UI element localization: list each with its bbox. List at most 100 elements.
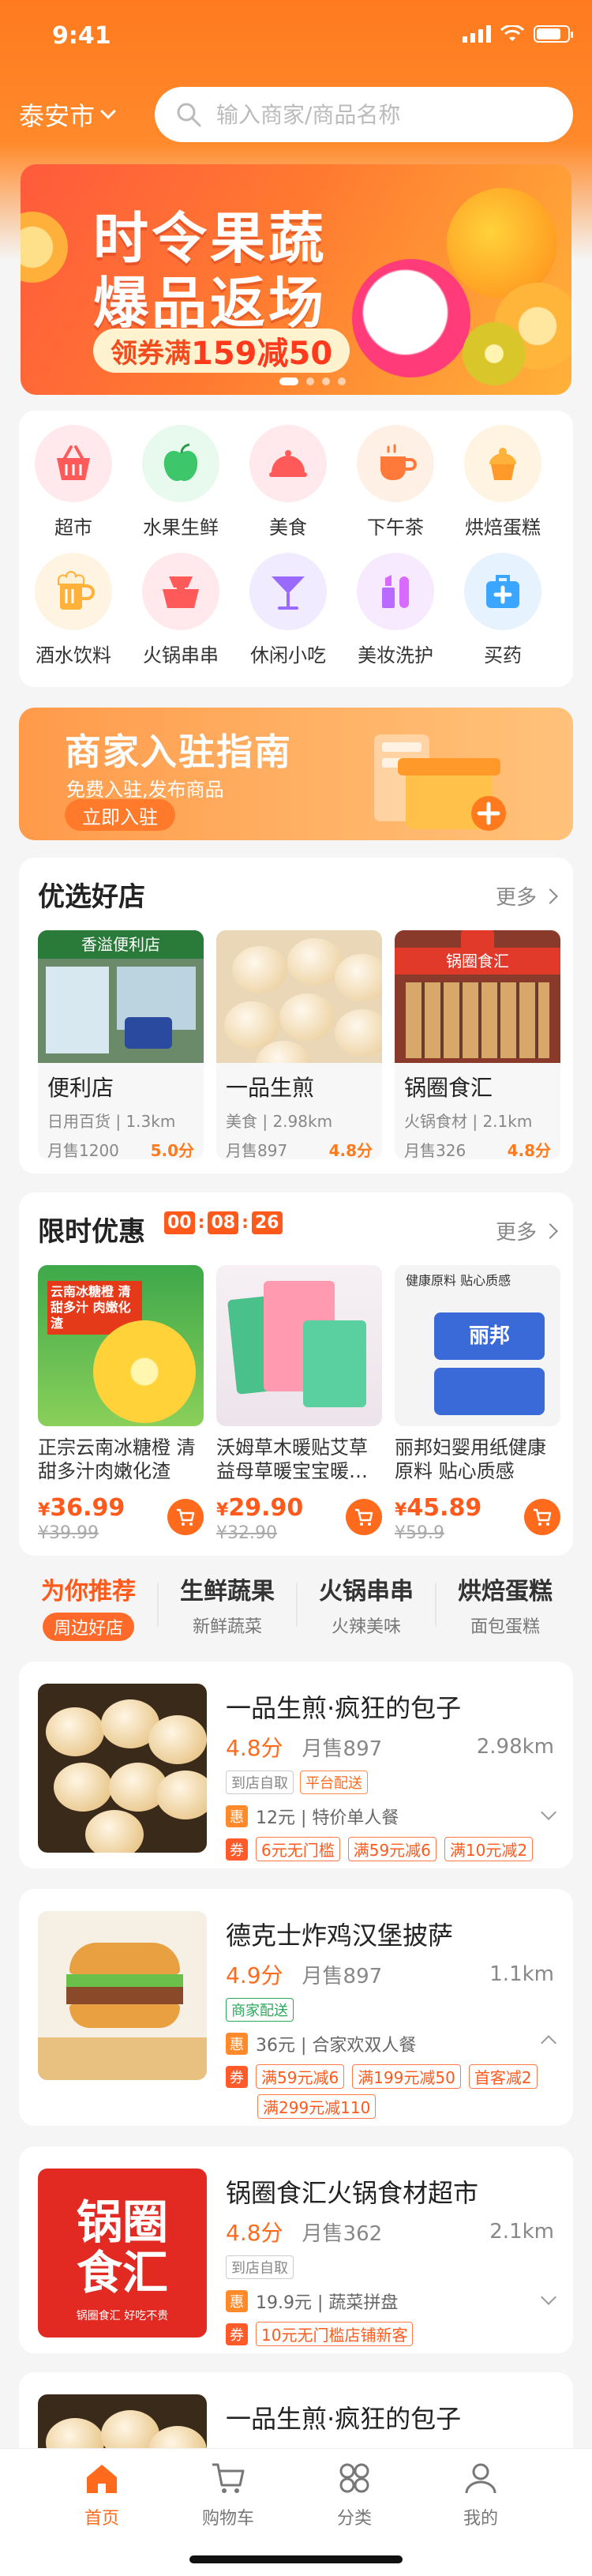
shop-score: 4.8分 bbox=[226, 2220, 283, 2246]
nav-item-1[interactable]: 首页 bbox=[43, 2460, 161, 2529]
delivery-tags: 到店自取 平台配送 bbox=[226, 1771, 368, 1794]
nav-item-4[interactable]: 我的 bbox=[422, 2460, 540, 2529]
featured-title: 优选好店 bbox=[38, 881, 145, 913]
tab-subtitle: 面包蛋糕 bbox=[470, 1617, 540, 1637]
timer-hours: 00 bbox=[164, 1211, 195, 1234]
coupon-tag[interactable]: 首客减2 bbox=[468, 2064, 538, 2089]
timer-minutes: 08 bbox=[208, 1211, 239, 1234]
coupon-tag[interactable]: 满299元减110 bbox=[257, 2094, 377, 2119]
wifi-icon bbox=[500, 25, 524, 41]
tab-divider bbox=[296, 1583, 298, 1627]
category-3[interactable]: 美食 bbox=[237, 425, 339, 539]
merchant-guide-banner[interactable]: 商家入驻指南 免费入驻,发布商品 立即入驻 bbox=[19, 708, 573, 840]
tab-subtitle: 新鲜蔬菜 bbox=[192, 1617, 262, 1637]
promo-banner[interactable]: 时令果蔬 爆品返场 领券满 159减50 bbox=[21, 164, 571, 395]
countdown-timer: 00: 08: 26 bbox=[164, 1211, 283, 1234]
nav-item-3[interactable]: 分类 bbox=[295, 2460, 414, 2529]
banner-pager bbox=[279, 377, 346, 385]
add-to-cart-button[interactable] bbox=[346, 1499, 382, 1535]
category-1[interactable]: 超市 bbox=[22, 425, 125, 539]
kiwi-image bbox=[463, 322, 526, 385]
logo-line1: 锅圈 bbox=[76, 2195, 168, 2249]
chevron-right-icon bbox=[542, 888, 558, 904]
tab-title: 火锅串串 bbox=[319, 1578, 414, 1605]
banner-coupon: 领券满 159减50 bbox=[93, 329, 350, 373]
chevron-down-icon[interactable] bbox=[541, 2289, 556, 2305]
dragon-fruit-image bbox=[352, 259, 470, 377]
flash-more-link[interactable]: 更多 bbox=[495, 1216, 558, 1245]
product-image: 云南冰糖橙 清甜多汁 肉嫩化渣 bbox=[38, 1265, 204, 1426]
city-selector[interactable]: 泰安市 bbox=[19, 96, 116, 133]
cloche-icon bbox=[249, 425, 327, 502]
shop-name: 锅圈食汇火锅食材超市 bbox=[226, 2178, 479, 2208]
search-input[interactable] bbox=[216, 101, 564, 128]
cart-icon bbox=[534, 1508, 552, 1526]
rec-tab-1[interactable]: 为你推荐 周边好店 bbox=[19, 1572, 158, 1641]
cocktail-icon bbox=[249, 553, 327, 630]
quan-badge: 券 bbox=[226, 2323, 248, 2345]
featured-shops-section: 优选好店 更多 香溢便利店 便利店 日用百货 | 1.3km 月售1200 5.0… bbox=[19, 858, 573, 1173]
shop-score: 4.8分 bbox=[226, 1735, 283, 1761]
shop-name: 一品生煎 bbox=[226, 1075, 315, 1101]
coupon-tag[interactable]: 10元无门槛店铺新客 bbox=[256, 2322, 414, 2346]
store-sign: 香溢便利店 bbox=[38, 930, 204, 959]
shop-card[interactable]: 一品生煎 美食 | 2.98km 月售897 4.8分 bbox=[216, 930, 382, 1159]
recommend-shop-card[interactable]: 锅圈 食汇 锅圈食汇 好吃不贵 锅圈食汇火锅食材超市 4.8分 月售362 2.1… bbox=[19, 2146, 573, 2353]
more-label: 更多 bbox=[495, 1221, 537, 1245]
timer-seconds: 26 bbox=[251, 1211, 283, 1234]
nav-label: 首页 bbox=[84, 2509, 119, 2529]
coupon-tag[interactable]: 满59元减6 bbox=[347, 1837, 437, 1861]
shop-image bbox=[216, 930, 382, 1063]
recommend-shop-card[interactable]: 一品生煎·疯狂的包子 4.8分 月售897 2.98km 到店自取 平台配送 惠 … bbox=[19, 1662, 573, 1868]
add-to-cart-button[interactable] bbox=[524, 1499, 560, 1535]
tab-title: 烘焙蛋糕 bbox=[458, 1578, 553, 1605]
add-to-cart-button[interactable] bbox=[167, 1499, 204, 1535]
category-6[interactable]: 酒水饮料 bbox=[22, 553, 125, 667]
nav-item-2[interactable]: 购物车 bbox=[169, 2460, 287, 2529]
coupon-tag[interactable]: 满59元减6 bbox=[256, 2064, 345, 2089]
featured-more-link[interactable]: 更多 bbox=[496, 881, 558, 911]
deal-card[interactable]: 健康原料 贴心质感 丽邦 丽邦妇婴用纸健康原料 贴心质感 ¥45.89 ¥59.… bbox=[395, 1265, 562, 1543]
chevron-down-icon bbox=[100, 103, 116, 119]
shop-meta: 火锅食材 | 2.1km bbox=[404, 1112, 533, 1131]
category-10[interactable]: 买药 bbox=[451, 553, 554, 667]
search-bar[interactable] bbox=[155, 87, 573, 142]
coupon-tag[interactable]: 满199元减50 bbox=[352, 2064, 461, 2089]
basket-icon bbox=[35, 425, 112, 502]
delivery-tag: 商家配送 bbox=[226, 1998, 294, 2022]
category-7[interactable]: 火锅串串 bbox=[129, 553, 232, 667]
recommend-shop-card[interactable]: 德克士炸鸡汉堡披萨 4.9分 月售897 1.1km 商家配送 惠 36元 | … bbox=[19, 1889, 573, 2126]
product-name: 沃姆草木暖贴艾草益母草暖宝宝暖… bbox=[216, 1436, 368, 1482]
coupon-row: 满299元减110 bbox=[257, 2094, 377, 2119]
rec-tab-3[interactable]: 火锅串串 火辣美味 bbox=[297, 1572, 436, 1638]
price-value: 45.89 bbox=[407, 1494, 482, 1522]
category-icon bbox=[295, 2460, 414, 2499]
delivery-tag: 平台配送 bbox=[300, 1771, 368, 1794]
coupon-tag[interactable]: 6元无门槛 bbox=[256, 1837, 340, 1861]
product-brand: 丽邦 bbox=[434, 1312, 545, 1360]
coupon-tag[interactable]: 满10元减2 bbox=[444, 1837, 534, 1861]
category-8[interactable]: 休闲小吃 bbox=[237, 553, 339, 667]
price-currency: ¥ bbox=[395, 1500, 407, 1520]
shop-card[interactable]: 香溢便利店 便利店 日用百货 | 1.3km 月售1200 5.0分 bbox=[38, 930, 204, 1159]
deal-card[interactable]: 沃姆草木暖贴艾草益母草暖宝宝暖… ¥29.90 ¥32.90 bbox=[216, 1265, 384, 1543]
delivery-tags: 到店自取 bbox=[226, 2255, 294, 2279]
signal-icon bbox=[463, 25, 491, 43]
rec-tab-2[interactable]: 生鲜蔬果 新鲜蔬菜 bbox=[158, 1572, 297, 1638]
chevron-up-icon[interactable] bbox=[541, 2035, 556, 2051]
delivery-tag: 到店自取 bbox=[226, 2255, 294, 2279]
category-5[interactable]: 烘焙蛋糕 bbox=[451, 425, 554, 539]
category-9[interactable]: 美妆洗护 bbox=[344, 553, 447, 667]
category-4[interactable]: 下午茶 bbox=[344, 425, 447, 539]
quan-badge: 券 bbox=[226, 2065, 248, 2088]
rec-tab-4[interactable]: 烘焙蛋糕 面包蛋糕 bbox=[436, 1572, 575, 1638]
category-label: 火锅串串 bbox=[143, 644, 219, 667]
category-2[interactable]: 水果生鲜 bbox=[129, 425, 232, 539]
cupcake-icon bbox=[464, 425, 541, 502]
nav-label: 我的 bbox=[463, 2509, 498, 2529]
deal-card[interactable]: 云南冰糖橙 清甜多汁 肉嫩化渣 正宗云南冰糖橙 清甜多汁肉嫩化渣 ¥36.99 … bbox=[38, 1265, 205, 1543]
shop-card[interactable]: 锅圈食汇 锅圈食汇 火锅食材 | 2.1km 月售326 4.8分 bbox=[395, 930, 560, 1159]
guide-join-button[interactable]: 立即入驻 bbox=[65, 799, 175, 831]
delivery-tag: 到店自取 bbox=[226, 1771, 294, 1794]
chevron-down-icon[interactable] bbox=[541, 1804, 556, 1820]
